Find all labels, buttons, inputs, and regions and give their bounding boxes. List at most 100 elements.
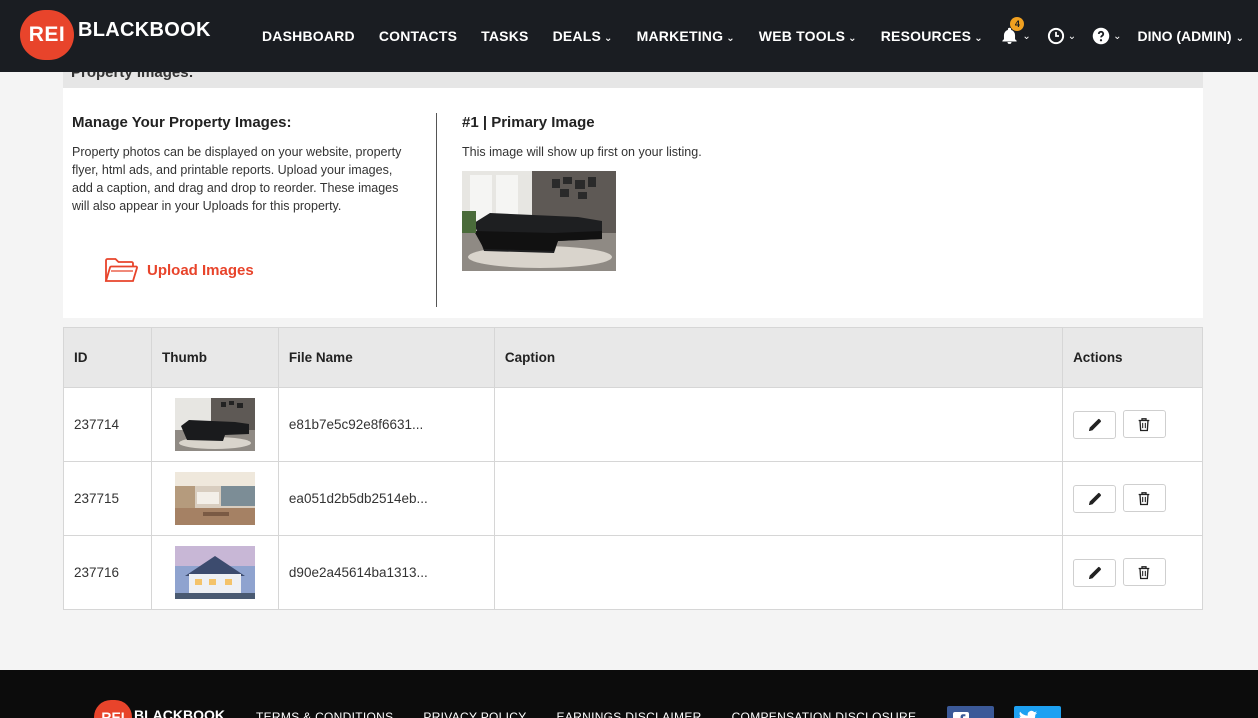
- row-caption[interactable]: [493, 535, 1064, 610]
- chevron-down-icon: ⌄: [848, 33, 857, 44]
- upload-images-button[interactable]: Upload Images: [103, 256, 254, 284]
- table-row[interactable]: 237716 d90e2a45614ba1313...: [63, 535, 1203, 610]
- thumbnail-image[interactable]: [174, 398, 255, 451]
- row-thumb-cell: [150, 535, 279, 610]
- col-thumb[interactable]: Thumb: [150, 327, 279, 388]
- col-actions: Actions: [1062, 327, 1203, 388]
- facebook-icon: [953, 712, 969, 718]
- notifications-button[interactable]: 4 ⌄: [1000, 17, 1031, 46]
- row-thumb-cell: [150, 461, 279, 536]
- footer-links: TERMS & CONDITIONS PRIVACY POLICY EARNIN…: [256, 710, 946, 718]
- row-thumb-cell: [150, 387, 279, 462]
- history-button[interactable]: ⌄: [1047, 27, 1076, 45]
- chevron-down-icon: ⌄: [604, 33, 613, 44]
- row-id: 237714: [63, 387, 152, 462]
- chevron-down-icon: ⌄: [1235, 33, 1244, 44]
- footer-logo[interactable]: REI BLACKBOOK: [94, 700, 225, 718]
- col-id[interactable]: ID: [63, 327, 152, 388]
- trash-icon: [1138, 417, 1150, 431]
- main-menu: DASHBOARD CONTACTS TASKS DEALS ⌄ MARKETIN…: [262, 0, 1007, 72]
- nav-tasks[interactable]: TASKS: [481, 28, 528, 44]
- row-id: 237716: [63, 535, 152, 610]
- table-header-row: ID Thumb File Name Caption Actions: [63, 327, 1203, 388]
- primary-image[interactable]: [462, 171, 616, 271]
- twitter-icon: [1019, 710, 1038, 718]
- upload-images-label: Upload Images: [147, 261, 254, 279]
- row-file-name: e81b7e5c92e8f6631...: [277, 387, 495, 462]
- row-id: 237715: [63, 461, 152, 536]
- thumbnail-image[interactable]: [174, 472, 255, 525]
- nav-web-tools[interactable]: WEB TOOLS ⌄: [759, 28, 857, 44]
- footer-link-compensation[interactable]: COMPENSATION DISCLOSURE: [732, 710, 917, 718]
- nav-deals-label: DEALS: [552, 28, 602, 44]
- delete-button[interactable]: [1122, 484, 1166, 513]
- user-menu[interactable]: DINO (ADMIN) ⌄: [1138, 28, 1245, 44]
- delete-button[interactable]: [1122, 558, 1166, 587]
- logo-text: BLACKBOOK: [78, 18, 211, 41]
- help-button[interactable]: ⌄: [1092, 27, 1122, 45]
- chevron-down-icon: ⌄: [974, 33, 983, 44]
- nav-contacts-label: CONTACTS: [378, 28, 458, 44]
- nav-tasks-label: TASKS: [481, 28, 529, 44]
- delete-button[interactable]: [1122, 410, 1166, 439]
- pencil-icon: [1088, 418, 1101, 431]
- row-actions: [1062, 535, 1203, 610]
- manage-title: Manage Your Property Images:: [72, 114, 292, 131]
- nav-web-tools-label: WEB TOOLS: [758, 28, 846, 44]
- chevron-down-icon: ⌄: [1067, 30, 1077, 42]
- footer: REI BLACKBOOK TERMS & CONDITIONS PRIVACY…: [0, 670, 1258, 718]
- help-icon: [1092, 27, 1110, 45]
- nav-marketing-label: MARKETING: [636, 28, 724, 44]
- notification-count-badge: 4: [1010, 17, 1025, 31]
- footer-link-privacy[interactable]: PRIVACY POLICY: [423, 710, 526, 718]
- manage-info: Manage Your Property Images: Property ph…: [72, 114, 412, 215]
- manage-description: Property photos can be displayed on your…: [72, 145, 402, 213]
- nav-right-tools: 4 ⌄ ⌄ ⌄ DINO (ADMIN) ⌄: [984, 0, 1244, 72]
- top-navbar: REI BLACKBOOK DASHBOARD CONTACTS TASKS D…: [0, 0, 1258, 72]
- sofa-photo: [462, 171, 616, 271]
- nav-contacts[interactable]: CONTACTS: [379, 28, 457, 44]
- chevron-down-icon: ⌄: [1022, 30, 1031, 42]
- column-divider: [436, 113, 437, 307]
- footer-logo-badge: REI: [94, 700, 132, 718]
- nav-dashboard-label: DASHBOARD: [262, 28, 355, 44]
- table-row[interactable]: 237714 e81b7e5c92e8f6631...: [63, 387, 1203, 462]
- footer-link-earnings[interactable]: EARNINGS DISCLAIMER: [557, 710, 702, 718]
- user-label: DINO (ADMIN): [1137, 28, 1232, 44]
- clock-icon: [1047, 27, 1064, 45]
- table-row[interactable]: 237715 ea051d2b5db2514eb...: [63, 461, 1203, 536]
- nav-deals[interactable]: DEALS ⌄: [553, 28, 613, 44]
- chevron-down-icon: ⌄: [726, 33, 735, 44]
- chevron-down-icon: ⌄: [1113, 30, 1122, 42]
- row-actions: [1062, 387, 1203, 462]
- primary-image-title: #1 | Primary Image: [462, 114, 595, 131]
- row-caption[interactable]: [493, 461, 1064, 536]
- edit-button[interactable]: [1073, 410, 1117, 439]
- pencil-icon: [1088, 492, 1101, 505]
- section-title: Property Images:: [71, 72, 194, 81]
- manage-images-panel: Manage Your Property Images: Property ph…: [63, 88, 1203, 318]
- section-header: Property Images:: [63, 72, 1203, 88]
- edit-button[interactable]: [1073, 558, 1117, 587]
- thumbnail-image[interactable]: [174, 546, 255, 599]
- footer-logo-text: BLACKBOOK: [134, 707, 225, 718]
- nav-dashboard[interactable]: DASHBOARD: [262, 28, 355, 44]
- pencil-icon: [1088, 566, 1101, 579]
- row-caption[interactable]: [493, 387, 1064, 462]
- images-table: ID Thumb File Name Caption Actions 23771…: [63, 327, 1203, 610]
- brand-logo[interactable]: REI BLACKBOOK: [20, 10, 211, 60]
- folder-open-icon: [104, 258, 138, 282]
- trash-icon: [1138, 491, 1150, 505]
- row-file-name: ea051d2b5db2514eb...: [277, 461, 495, 536]
- nav-marketing[interactable]: MARKETING ⌄: [637, 28, 735, 44]
- footer-link-terms[interactable]: TERMS & CONDITIONS: [256, 710, 393, 718]
- primary-image-description: This image will show up first on your li…: [462, 145, 702, 159]
- col-caption[interactable]: Caption: [493, 327, 1064, 388]
- twitter-button[interactable]: [1014, 706, 1061, 718]
- col-file-name[interactable]: File Name: [277, 327, 495, 388]
- facebook-button[interactable]: [947, 706, 994, 718]
- row-file-name: d90e2a45614ba1313...: [277, 535, 495, 610]
- trash-icon: [1138, 565, 1150, 579]
- edit-button[interactable]: [1073, 484, 1117, 513]
- nav-resources[interactable]: RESOURCES ⌄: [881, 28, 983, 44]
